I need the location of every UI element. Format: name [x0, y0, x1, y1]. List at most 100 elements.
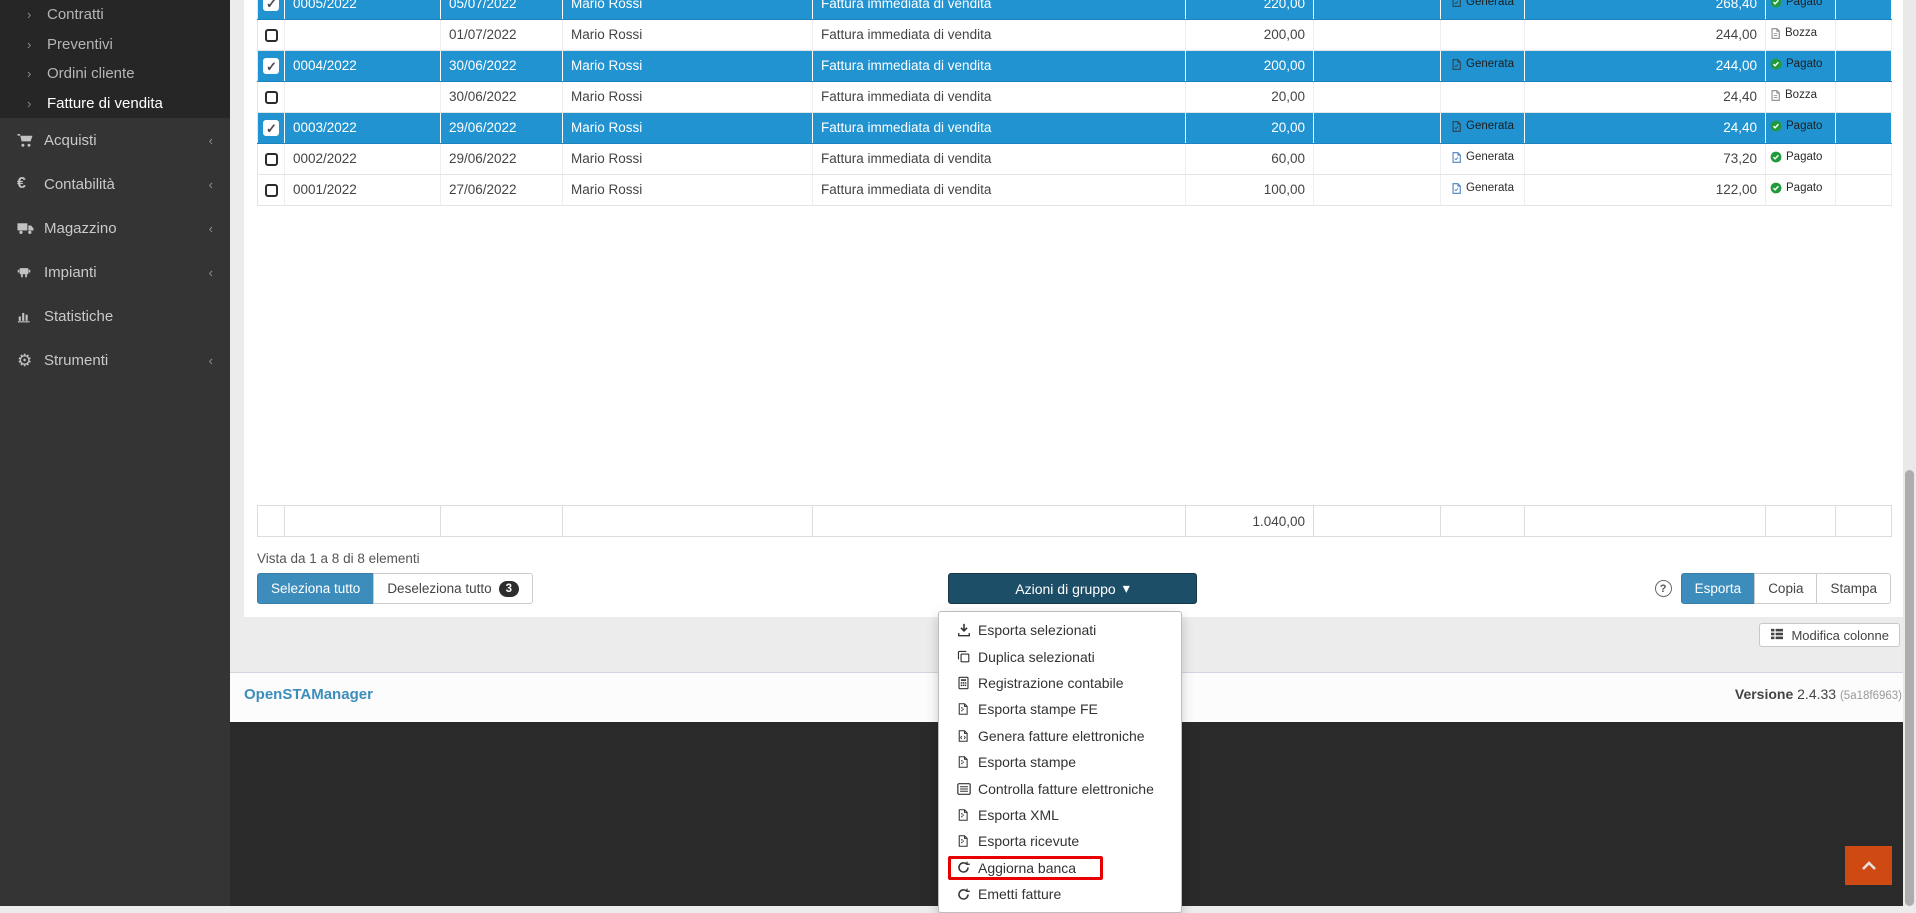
cell-type: Fattura immediata di vendita	[813, 174, 1186, 205]
cell-taxable: 100,00	[1186, 174, 1314, 205]
vertical-scrollbar[interactable]	[1903, 0, 1916, 906]
cell-extra	[1836, 19, 1892, 50]
deselect-all-button[interactable]: Deseleziona tutto 3	[373, 573, 533, 604]
cell-client: Mario Rossi	[563, 0, 813, 19]
euro-icon: €	[17, 175, 44, 193]
sidebar-submenu-item-fatture-di-vendita[interactable]: › Fatture di vendita	[0, 89, 230, 119]
export-button[interactable]: Esporta	[1681, 573, 1756, 604]
menu-item-esporta-stampe-fe[interactable]: Esporta stampe FE	[939, 696, 1181, 722]
cell-status: Pagato	[1766, 50, 1836, 81]
cell-extra	[1836, 174, 1892, 205]
row-checkbox[interactable]	[263, 0, 279, 11]
table-row[interactable]: 01/07/2022 Mario Rossi Fattura immediata…	[258, 19, 1892, 50]
menu-item-controlla-fatture-elettroniche[interactable]: Controlla fatture elettroniche	[939, 775, 1181, 801]
cell-extra	[1836, 143, 1892, 174]
cell-status: Bozza	[1766, 81, 1836, 112]
cell-status: Pagato	[1766, 143, 1836, 174]
cell-client: Mario Rossi	[563, 112, 813, 143]
sidebar-item-impianti[interactable]: Impianti ‹	[0, 250, 230, 294]
cell-status: Pagato	[1766, 112, 1836, 143]
selected-count-badge: 3	[499, 581, 519, 597]
cell-type: Fattura immediata di vendita	[813, 112, 1186, 143]
cell-extra	[1836, 50, 1892, 81]
brand-link[interactable]: OpenSTAManager	[244, 686, 373, 703]
cell-date: 30/06/2022	[441, 81, 563, 112]
file-gray-icon	[1770, 27, 1781, 40]
copy-button[interactable]: Copia	[1754, 573, 1817, 604]
scrollbar-thumb[interactable]	[1905, 470, 1914, 906]
sidebar-item-label: Impianti	[44, 264, 97, 281]
cell-extra	[1836, 0, 1892, 19]
print-button[interactable]: Stampa	[1816, 573, 1891, 604]
cell-taxable: 20,00	[1186, 112, 1314, 143]
table-row[interactable]: 0003/2022 29/06/2022 Mario Rossi Fattura…	[258, 112, 1892, 143]
file-archive-icon	[957, 755, 972, 769]
cell-type: Fattura immediata di vendita	[813, 143, 1186, 174]
menu-item-duplica-selezionati[interactable]: Duplica selezionati	[939, 643, 1181, 669]
cell-date: 29/06/2022	[441, 112, 563, 143]
menu-item-registrazione-contabile[interactable]: Registrazione contabile	[939, 670, 1181, 696]
cell-discount	[1314, 50, 1441, 81]
sidebar-item-strumenti[interactable]: ⚙ Strumenti ‹	[0, 338, 230, 382]
menu-item-label: Registrazione contabile	[978, 675, 1124, 691]
cell-discount	[1314, 0, 1441, 19]
status-badge: Pagato	[1770, 182, 1822, 194]
chart-icon	[17, 309, 44, 323]
row-checkbox[interactable]	[265, 29, 278, 42]
menu-item-esporta-selezionati[interactable]: Esporta selezionati	[939, 617, 1181, 643]
version-info: Versione 2.4.33 (5a18f6963)	[1735, 686, 1902, 702]
file-code-icon	[957, 729, 972, 743]
select-all-button[interactable]: Seleziona tutto	[257, 573, 374, 604]
table-row[interactable]: 30/06/2022 Mario Rossi Fattura immediata…	[258, 81, 1892, 112]
chevron-left-icon: ‹	[209, 133, 213, 148]
menu-item-label: Controlla fatture elettroniche	[978, 781, 1154, 797]
cell-date: 30/06/2022	[441, 50, 563, 81]
cell-client: Mario Rossi	[563, 50, 813, 81]
file-gray-icon	[1770, 89, 1781, 102]
edit-columns-button[interactable]: Modifica colonne	[1759, 623, 1900, 647]
caret-down-icon: ▾	[1123, 580, 1130, 597]
sidebar-submenu-item-ordini-cliente[interactable]: › Ordini cliente	[0, 59, 230, 89]
submenu-item-label: Preventivi	[47, 36, 113, 53]
cell-status: Pagato	[1766, 174, 1836, 205]
fe-status-badge: Generata	[1451, 58, 1514, 71]
cell-total: 244,00	[1525, 50, 1766, 81]
calculator-icon	[957, 676, 972, 690]
cell-status: Pagato	[1766, 0, 1836, 19]
sidebar-item-acquisti[interactable]: Acquisti ‹	[0, 118, 230, 162]
scroll-to-top-button[interactable]	[1845, 846, 1892, 885]
menu-item-genera-fatture-elettroniche[interactable]: Genera fatture elettroniche	[939, 723, 1181, 749]
cell-client: Mario Rossi	[563, 19, 813, 50]
menu-item-esporta-xml[interactable]: Esporta XML	[939, 802, 1181, 828]
sidebar-submenu-item-contratti[interactable]: › Contratti	[0, 0, 230, 30]
cell-fe-status	[1441, 19, 1525, 50]
menu-item-aggiorna-banca[interactable]: Aggiorna banca	[939, 855, 1181, 881]
menu-item-label: Genera fatture elettroniche	[978, 728, 1145, 744]
table-row[interactable]: 0002/2022 29/06/2022 Mario Rossi Fattura…	[258, 143, 1892, 174]
menu-item-emetti-fatture[interactable]: Emetti fatture	[939, 881, 1181, 907]
invoice-table-container: 0005/2022 05/07/2022 Mario Rossi Fattura…	[257, 0, 1892, 206]
table-row[interactable]: 0001/2022 27/06/2022 Mario Rossi Fattura…	[258, 174, 1892, 205]
menu-item-esporta-ricevute[interactable]: Esporta ricevute	[939, 828, 1181, 854]
row-checkbox[interactable]	[265, 153, 278, 166]
file-archive-icon	[957, 834, 972, 848]
menu-item-esporta-stampe[interactable]: Esporta stampe	[939, 749, 1181, 775]
row-checkbox[interactable]	[263, 120, 279, 136]
sidebar: › Contratti › Preventivi › Ordini client…	[0, 0, 230, 906]
sidebar-item-statistiche[interactable]: Statistiche	[0, 294, 230, 338]
group-actions-menu: Esporta selezionati Duplica selezionati …	[938, 611, 1182, 913]
sidebar-submenu-item-preventivi[interactable]: › Preventivi	[0, 30, 230, 60]
help-icon[interactable]: ?	[1655, 580, 1672, 597]
table-row[interactable]: 0005/2022 05/07/2022 Mario Rossi Fattura…	[258, 0, 1892, 19]
fe-status-badge: Generata	[1451, 0, 1514, 8]
group-actions-button[interactable]: Azioni di gruppo ▾	[948, 573, 1197, 604]
row-checkbox[interactable]	[265, 91, 278, 104]
row-checkbox[interactable]	[263, 58, 279, 74]
row-checkbox[interactable]	[265, 184, 278, 197]
cell-number	[285, 19, 441, 50]
sidebar-main-items: Acquisti ‹ € Contabilità ‹ Magazzino ‹ I…	[0, 118, 230, 382]
sidebar-item-contabilità[interactable]: € Contabilità ‹	[0, 162, 230, 206]
table-row[interactable]: 0004/2022 30/06/2022 Mario Rossi Fattura…	[258, 50, 1892, 81]
cell-status: Bozza	[1766, 19, 1836, 50]
sidebar-item-magazzino[interactable]: Magazzino ‹	[0, 206, 230, 250]
